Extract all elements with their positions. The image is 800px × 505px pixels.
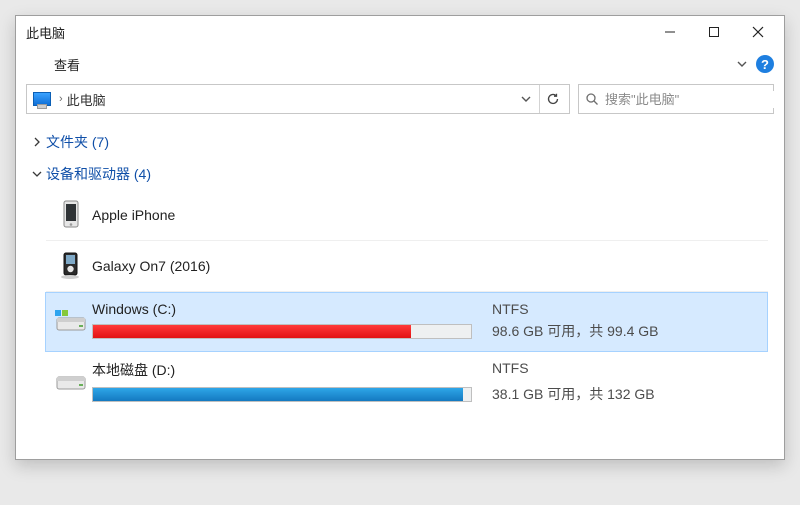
os-drive-icon [55,308,87,334]
drive-filesystem: NTFS [492,360,529,380]
device-name: Apple iPhone [92,207,764,223]
content-area: 文件夹 (7) 设备和驱动器 (4) Apple iPhone [16,120,784,459]
breadcrumb-location[interactable]: 此电脑 [67,90,106,109]
device-name: Galaxy On7 (2016) [92,258,764,274]
close-button[interactable] [736,17,780,47]
drive-item[interactable]: Windows (C:) NTFS 98.6 GB 可用，共 99.4 GB [45,292,768,352]
menubar: 查看 ? [16,48,784,80]
device-item[interactable]: Apple iPhone [46,190,768,241]
drive-stats: 98.6 GB 可用，共 99.4 GB [492,321,659,341]
drive-filesystem: NTFS [492,301,529,317]
address-search-row: › 此电脑 [16,80,784,120]
maximize-button[interactable] [692,17,736,47]
group-folders-label: 文件夹 (7) [46,132,109,152]
window-title: 此电脑 [26,23,65,42]
drive-name: 本地磁盘 (D:) [92,360,492,380]
address-bar[interactable]: › 此电脑 [26,84,570,114]
drive-icon [55,369,87,395]
chevron-right-icon [32,137,46,147]
search-input[interactable] [603,91,783,108]
group-devices-label: 设备和驱动器 (4) [46,164,151,184]
drive-usage-fill [93,325,411,338]
menu-view[interactable]: 查看 [54,55,80,74]
refresh-button[interactable] [539,85,565,113]
chevron-down-icon [32,169,46,179]
search-icon [585,92,599,106]
ribbon-expand-button[interactable] [736,58,748,70]
explorer-window: 此电脑 查看 ? › 此电脑 [15,15,785,460]
titlebar: 此电脑 [16,16,784,48]
drive-item[interactable]: 本地磁盘 (D:) NTFS 38.1 GB 可用，共 132 GB [46,352,768,414]
drive-name: Windows (C:) [92,301,492,317]
device-item[interactable]: Galaxy On7 (2016) [46,241,768,292]
minimize-button[interactable] [648,17,692,47]
drive-usage-fill [93,388,463,401]
phone-icon [60,200,82,230]
group-folders[interactable]: 文件夹 (7) [32,126,768,158]
breadcrumb-separator: › [55,93,67,105]
drive-usage-bar [92,387,472,402]
media-player-icon [58,251,84,281]
this-pc-icon [33,92,51,106]
search-box[interactable] [578,84,774,114]
drive-usage-bar [92,324,472,339]
drive-stats: 38.1 GB 可用，共 132 GB [492,384,655,404]
address-history-button[interactable] [513,85,539,113]
group-devices[interactable]: 设备和驱动器 (4) [32,158,768,190]
help-button[interactable]: ? [756,55,774,73]
